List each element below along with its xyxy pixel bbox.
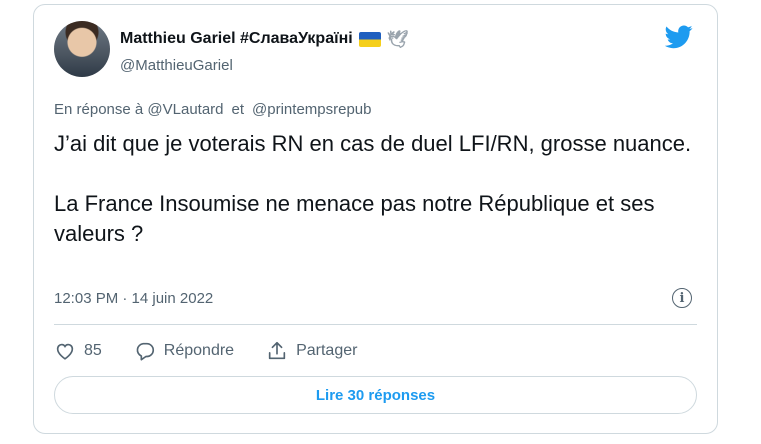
mention-printempsrepub[interactable]: @printempsrepub <box>252 101 371 118</box>
reply-label: Répondre <box>163 342 235 359</box>
heart-icon <box>56 343 74 360</box>
info-icon[interactable]: i <box>672 288 692 308</box>
dove-icon: 🕊 <box>386 29 409 49</box>
avatar[interactable] <box>54 21 110 77</box>
twitter-bird-icon[interactable] <box>665 25 693 49</box>
author-handle[interactable]: @MatthieuGariel <box>120 57 233 74</box>
reply-context: En réponse à @VLautard et @printempsrepub <box>54 101 371 118</box>
reply-conjunction: et <box>231 101 245 118</box>
like-count: 85 <box>84 342 102 359</box>
reply-button[interactable]: Répondre <box>134 340 234 362</box>
author-name-row[interactable]: Matthieu Gariel #СлаваУкраїні 🕊 <box>120 30 408 48</box>
share-button[interactable]: Partager <box>266 340 357 362</box>
author-name[interactable]: Matthieu Gariel #СлаваУкраїні <box>120 30 353 48</box>
tweet-card: Matthieu Gariel #СлаваУкраїні 🕊 @Matthie… <box>33 4 718 434</box>
ukraine-flag-icon <box>358 31 381 47</box>
tweet-timestamp[interactable]: 12:03 PM · 14 juin 2022 <box>54 290 213 307</box>
tweet-text: J’ai dit que je voterais RN en cas de du… <box>54 131 692 246</box>
share-icon <box>268 341 286 360</box>
reply-prefix: En réponse à <box>54 101 144 118</box>
share-label: Partager <box>296 342 358 359</box>
divider <box>54 324 697 325</box>
mention-vlautard[interactable]: @VLautard <box>147 101 223 118</box>
action-bar: 85 Répondre Partager <box>54 339 389 363</box>
read-replies-button[interactable]: Lire 30 réponses <box>54 376 697 414</box>
like-button[interactable]: 85 <box>54 340 102 362</box>
reply-bubble-icon <box>136 342 154 361</box>
